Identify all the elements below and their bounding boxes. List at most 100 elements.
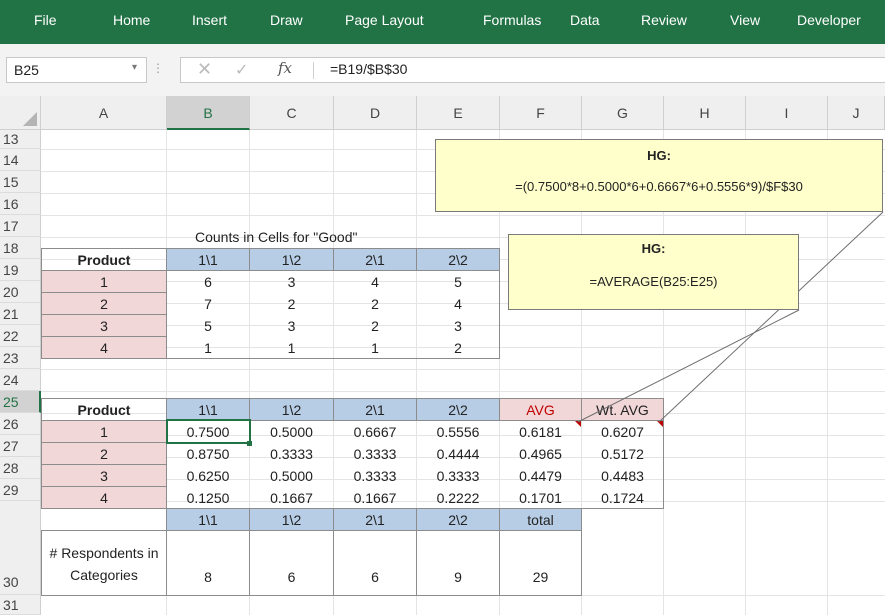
- table2-wt-avg-cell[interactable]: 0.1724: [581, 486, 664, 509]
- table1-product-cell[interactable]: 1: [41, 270, 167, 293]
- table1-value-cell[interactable]: 5: [416, 270, 500, 293]
- table1-value-cell[interactable]: 2: [333, 314, 417, 337]
- table2-product-cell[interactable]: 1: [41, 420, 167, 443]
- name-box[interactable]: B25 ▾: [6, 57, 147, 83]
- table2-product-cell[interactable]: 4: [41, 486, 167, 509]
- tab-home[interactable]: Home: [113, 12, 150, 28]
- tab-review[interactable]: Review: [641, 12, 687, 28]
- table2-value-cell[interactable]: 0.4444: [416, 442, 500, 465]
- table2-avg-cell[interactable]: 0.1701: [499, 486, 582, 509]
- tab-file[interactable]: File: [34, 12, 57, 28]
- active-cell[interactable]: [166, 419, 251, 444]
- table2-header-wt-avg[interactable]: Wt. AVG: [581, 398, 664, 421]
- table3-total-cell[interactable]: 29: [499, 530, 582, 596]
- table1-value-cell[interactable]: 1: [166, 336, 250, 359]
- table1-header-product[interactable]: Product: [41, 248, 167, 271]
- table2-value-cell[interactable]: 0.1667: [333, 486, 417, 509]
- table2-value-cell[interactable]: 0.5000: [249, 420, 334, 443]
- table1-value-cell[interactable]: 6: [166, 270, 250, 293]
- column-header-j[interactable]: J: [828, 96, 885, 130]
- table1-value-cell[interactable]: 2: [416, 336, 500, 359]
- row-header[interactable]: 23: [0, 347, 41, 369]
- row-header[interactable]: 30: [0, 501, 41, 595]
- column-header-c[interactable]: C: [250, 96, 334, 130]
- check-icon[interactable]: ✓: [235, 60, 248, 80]
- row-header[interactable]: 29: [0, 479, 41, 501]
- table2-value-cell[interactable]: 0.6250: [166, 464, 250, 487]
- row-header[interactable]: 25: [0, 391, 41, 413]
- comment-note-wt-avg[interactable]: HG: =(0.7500*8+0.5000*6+0.6667*6+0.5556*…: [435, 139, 883, 212]
- row-header[interactable]: 17: [0, 215, 41, 237]
- table3-value-cell[interactable]: 6: [333, 530, 417, 596]
- tab-data[interactable]: Data: [570, 12, 600, 28]
- table2-product-cell[interactable]: 2: [41, 442, 167, 465]
- table2-value-cell[interactable]: 0.3333: [333, 442, 417, 465]
- table3-header-cell[interactable]: 1\2: [249, 508, 334, 531]
- comment-indicator-icon[interactable]: [657, 421, 663, 427]
- table3-header-total[interactable]: total: [499, 508, 582, 531]
- table1-value-cell[interactable]: 2: [333, 292, 417, 315]
- row-header[interactable]: 26: [0, 413, 41, 435]
- row-header[interactable]: 18: [0, 237, 41, 259]
- row-header[interactable]: 15: [0, 171, 41, 193]
- table1-value-cell[interactable]: 3: [249, 314, 334, 337]
- row-header[interactable]: 19: [0, 259, 41, 281]
- column-header-d[interactable]: D: [334, 96, 417, 130]
- table1-value-cell[interactable]: 5: [166, 314, 250, 337]
- table2-avg-cell[interactable]: 0.4479: [499, 464, 582, 487]
- table3-label[interactable]: # Respondents in Categories: [41, 530, 167, 596]
- table2-wt-avg-cell[interactable]: 0.6207: [581, 420, 664, 443]
- table2-value-cell[interactable]: 0.5556: [416, 420, 500, 443]
- insert-function-icon[interactable]: fx: [278, 59, 292, 77]
- table2-avg-cell[interactable]: 0.4965: [499, 442, 582, 465]
- formula-input[interactable]: ✕ ✓ fx =B19/$B$30: [180, 57, 885, 83]
- table1-product-cell[interactable]: 4: [41, 336, 167, 359]
- chevron-down-icon[interactable]: ▾: [132, 62, 137, 73]
- table2-header-cell[interactable]: 1\2: [249, 398, 334, 421]
- table1-value-cell[interactable]: 2: [249, 292, 334, 315]
- table3-header-cell[interactable]: 1\1: [166, 508, 250, 531]
- table2-value-cell[interactable]: 0.6667: [333, 420, 417, 443]
- tab-developer[interactable]: Developer: [797, 12, 861, 28]
- row-header[interactable]: 20: [0, 281, 41, 303]
- row-header[interactable]: 14: [0, 149, 41, 171]
- column-header-a[interactable]: A: [41, 96, 167, 130]
- row-header[interactable]: 31: [0, 595, 41, 615]
- comment-indicator-icon[interactable]: [575, 421, 581, 427]
- tab-view[interactable]: View: [730, 12, 760, 28]
- tab-draw[interactable]: Draw: [270, 12, 303, 28]
- row-header[interactable]: 27: [0, 435, 41, 457]
- table2-wt-avg-cell[interactable]: 0.5172: [581, 442, 664, 465]
- table2-value-cell[interactable]: 0.3333: [249, 442, 334, 465]
- column-header-b[interactable]: B: [167, 96, 250, 130]
- table2-value-cell[interactable]: 0.2222: [416, 486, 500, 509]
- column-header-h[interactable]: H: [664, 96, 746, 130]
- table1-header-cell[interactable]: 2\1: [333, 248, 417, 271]
- table1-value-cell[interactable]: 3: [416, 314, 500, 337]
- table2-value-cell[interactable]: 0.1667: [249, 486, 334, 509]
- table3-header-cell[interactable]: 2\1: [333, 508, 417, 531]
- table1-product-cell[interactable]: 3: [41, 314, 167, 337]
- table1-value-cell[interactable]: 4: [333, 270, 417, 293]
- row-header[interactable]: 28: [0, 457, 41, 479]
- comment-note-avg[interactable]: HG: =AVERAGE(B25:E25): [508, 234, 799, 310]
- table2-header-avg[interactable]: AVG: [499, 398, 582, 421]
- table1-value-cell[interactable]: 7: [166, 292, 250, 315]
- row-header[interactable]: 13: [0, 130, 41, 149]
- table1-header-cell[interactable]: 1\1: [166, 248, 250, 271]
- column-header-f[interactable]: F: [500, 96, 582, 130]
- table1-product-cell[interactable]: 2: [41, 292, 167, 315]
- table1-value-cell[interactable]: 4: [416, 292, 500, 315]
- row-header[interactable]: 22: [0, 325, 41, 347]
- row-header[interactable]: 24: [0, 369, 41, 391]
- column-header-e[interactable]: E: [417, 96, 500, 130]
- tab-page-layout[interactable]: Page Layout: [345, 12, 424, 28]
- select-all-button[interactable]: [0, 96, 41, 130]
- table3-value-cell[interactable]: 9: [416, 530, 500, 596]
- table1-header-cell[interactable]: 2\2: [416, 248, 500, 271]
- table2-avg-cell[interactable]: 0.6181: [499, 420, 582, 443]
- table3-value-cell[interactable]: 8: [166, 530, 250, 596]
- table2-value-cell[interactable]: 0.8750: [166, 442, 250, 465]
- table2-wt-avg-cell[interactable]: 0.4483: [581, 464, 664, 487]
- table1-value-cell[interactable]: 1: [249, 336, 334, 359]
